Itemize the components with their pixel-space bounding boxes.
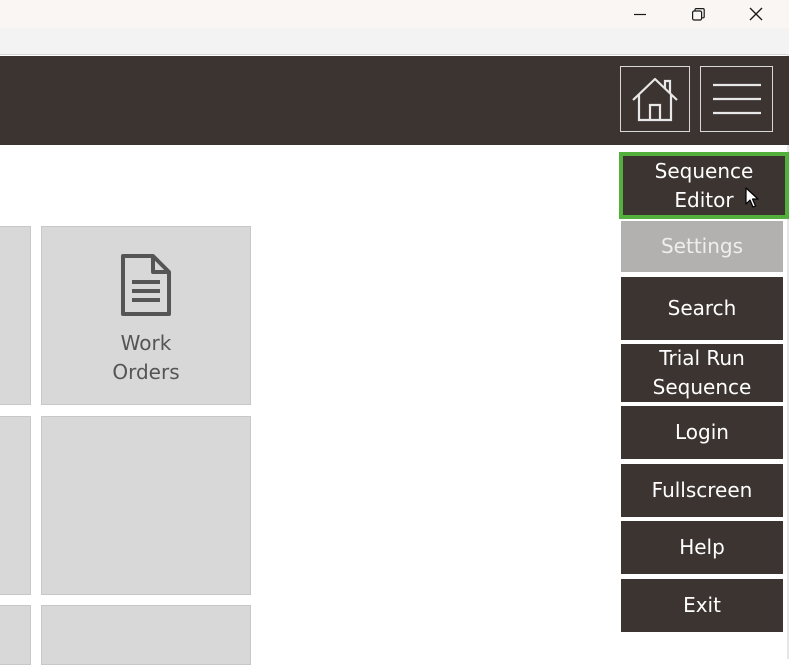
menu-item-label: Help xyxy=(679,535,725,559)
tile-label: Work Orders xyxy=(112,331,180,384)
mouse-cursor-icon xyxy=(745,187,759,208)
restore-icon xyxy=(691,7,705,21)
document-icon xyxy=(121,254,171,316)
menu-item-login[interactable]: Login xyxy=(621,406,783,459)
minimize-icon xyxy=(634,13,646,16)
menu-item-settings: Settings xyxy=(621,221,783,272)
tile[interactable] xyxy=(41,416,251,595)
app-header xyxy=(0,56,789,145)
menu-item-help[interactable]: Help xyxy=(621,521,783,574)
menu-item-label: Exit xyxy=(683,593,721,617)
tile[interactable] xyxy=(0,605,31,665)
maximize-button[interactable] xyxy=(669,0,727,28)
menu-item-label: Trial Run Sequence xyxy=(652,346,752,399)
close-button[interactable] xyxy=(727,0,785,28)
menu-item-label: Settings xyxy=(660,234,744,258)
minimize-button[interactable] xyxy=(611,0,669,28)
menu-item-fullscreen[interactable]: Fullscreen xyxy=(621,464,783,517)
tile-work-orders[interactable]: Work Orders xyxy=(41,226,251,405)
menu-item-sequence-editor[interactable]: Sequence Editor xyxy=(619,152,789,219)
menu-button[interactable] xyxy=(700,66,773,132)
tile[interactable] xyxy=(0,226,31,405)
close-icon xyxy=(749,7,763,21)
menu-item-label: Login xyxy=(675,420,729,444)
home-button[interactable] xyxy=(620,66,690,132)
tile[interactable] xyxy=(41,605,251,665)
menu-item-exit[interactable]: Exit xyxy=(621,579,783,632)
menu-item-trial-run-sequence[interactable]: Trial Run Sequence xyxy=(621,344,783,402)
toolbar-strip xyxy=(0,28,789,55)
menu-item-label: Search xyxy=(667,296,737,320)
home-icon xyxy=(632,77,678,122)
window-titlebar xyxy=(0,0,789,28)
menu-item-label: Fullscreen xyxy=(651,478,753,502)
menu-item-search[interactable]: Search xyxy=(621,277,783,340)
hamburger-menu-icon xyxy=(712,83,761,115)
tile[interactable] xyxy=(0,416,31,595)
